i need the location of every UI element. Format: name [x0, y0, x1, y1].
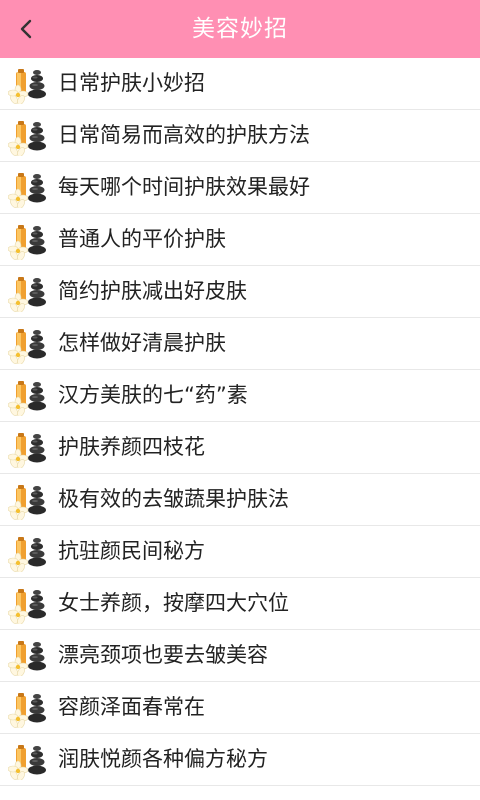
list-item[interactable]: 润肤悦颜各种偏方秘方 [0, 734, 480, 786]
list-item[interactable]: 汉方美肤的七“药”素 [0, 370, 480, 422]
list-item[interactable]: 怎样做好清晨护肤 [0, 318, 480, 370]
list-item-label: 抗驻颜民间秘方 [58, 539, 205, 563]
list-item[interactable]: 日常简易而高效的护肤方法 [0, 110, 480, 162]
list-item[interactable]: 容颜泽面春常在 [0, 682, 480, 734]
spa-stones-flower-icon [7, 274, 50, 313]
list-item-label: 护肤养颜四枝花 [58, 435, 205, 459]
list-item[interactable]: 简约护肤减出好皮肤 [0, 266, 480, 318]
spa-stones-flower-icon [7, 170, 50, 209]
list-item-label: 简约护肤减出好皮肤 [58, 279, 247, 303]
spa-stones-flower-icon [7, 222, 50, 261]
spa-stones-flower-icon [7, 534, 50, 573]
spa-stones-flower-icon [7, 638, 50, 677]
spa-stones-flower-icon [7, 742, 50, 781]
list-item-label: 怎样做好清晨护肤 [58, 331, 226, 355]
list-item-label: 日常简易而高效的护肤方法 [58, 123, 310, 147]
list-item-label: 润肤悦颜各种偏方秘方 [58, 747, 268, 771]
app-screen: 美容妙招 日常护肤小妙招 日常简易而高效的护肤方法 每天哪个时间护肤效果最好 普… [0, 0, 480, 800]
list-item-label: 普通人的平价护肤 [58, 227, 226, 251]
list-item-label: 漂亮颈项也要去皱美容 [58, 643, 268, 667]
list-item[interactable]: 护肤养颜四枝花 [0, 422, 480, 474]
list-item-label: 汉方美肤的七“药”素 [58, 383, 248, 407]
spa-stones-flower-icon [7, 690, 50, 729]
page-title: 美容妙招 [192, 16, 288, 42]
title-bar: 美容妙招 [0, 0, 480, 58]
list-item[interactable]: 普通人的平价护肤 [0, 214, 480, 266]
list-item-label: 容颜泽面春常在 [58, 695, 205, 719]
spa-stones-flower-icon [7, 326, 50, 365]
list-item[interactable]: 每天哪个时间护肤效果最好 [0, 162, 480, 214]
spa-stones-flower-icon [7, 378, 50, 417]
list-item-label: 女士养颜，按摩四大穴位 [58, 591, 289, 615]
list-item[interactable]: 极有效的去皱蔬果护肤法 [0, 474, 480, 526]
list-item[interactable]: 漂亮颈项也要去皱美容 [0, 630, 480, 682]
spa-stones-flower-icon [7, 586, 50, 625]
spa-stones-flower-icon [7, 482, 50, 521]
list-item-label: 极有效的去皱蔬果护肤法 [58, 487, 289, 511]
list-item[interactable]: 日常护肤小妙招 [0, 58, 480, 110]
list-item-label: 日常护肤小妙招 [58, 71, 205, 95]
list-item-label: 每天哪个时间护肤效果最好 [58, 175, 310, 199]
spa-stones-flower-icon [7, 430, 50, 469]
list-item[interactable]: 抗驻颜民间秘方 [0, 526, 480, 578]
spa-stones-flower-icon [7, 118, 50, 157]
tips-list[interactable]: 日常护肤小妙招 日常简易而高效的护肤方法 每天哪个时间护肤效果最好 普通人的平价… [0, 58, 480, 800]
spa-stones-flower-icon [7, 66, 50, 105]
list-item[interactable]: 女士养颜，按摩四大穴位 [0, 578, 480, 630]
